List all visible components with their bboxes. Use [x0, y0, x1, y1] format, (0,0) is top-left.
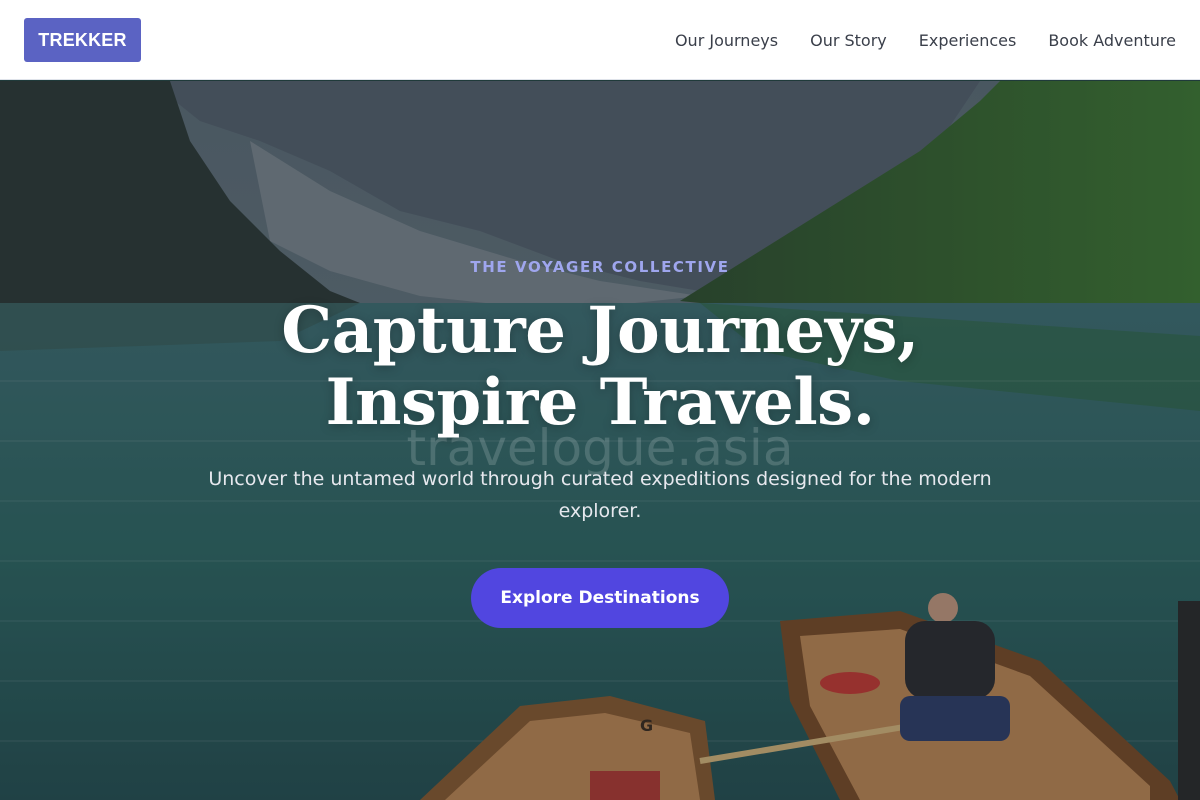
hero-headline: Capture Journeys, Inspire Travels. — [0, 295, 1200, 439]
hero-content: THE VOYAGER COLLECTIVE travelogue.asia C… — [0, 81, 1200, 800]
hero-subtext: Uncover the untamed world through curate… — [208, 468, 992, 522]
main-nav: Our Journeys Our Story Experiences Book … — [675, 0, 1176, 80]
hero-headline-line-2: Inspire Travels. — [325, 365, 875, 440]
nav-link-our-journeys[interactable]: Our Journeys — [675, 31, 778, 50]
site-header: TREKKER Our Journeys Our Story Experienc… — [0, 0, 1200, 80]
nav-link-experiences[interactable]: Experiences — [919, 31, 1017, 50]
nav-link-book-adventure[interactable]: Book Adventure — [1048, 31, 1176, 50]
hero-headline-line-1: Capture Journeys, — [281, 293, 919, 368]
logo-button[interactable]: TREKKER — [24, 18, 141, 62]
explore-destinations-button[interactable]: Explore Destinations — [471, 568, 729, 628]
hero-section: G THE VOYAGER COLLECTIVE travelogue.asia… — [0, 81, 1200, 800]
hero-eyebrow: THE VOYAGER COLLECTIVE — [470, 258, 730, 276]
nav-link-our-story[interactable]: Our Story — [810, 31, 887, 50]
